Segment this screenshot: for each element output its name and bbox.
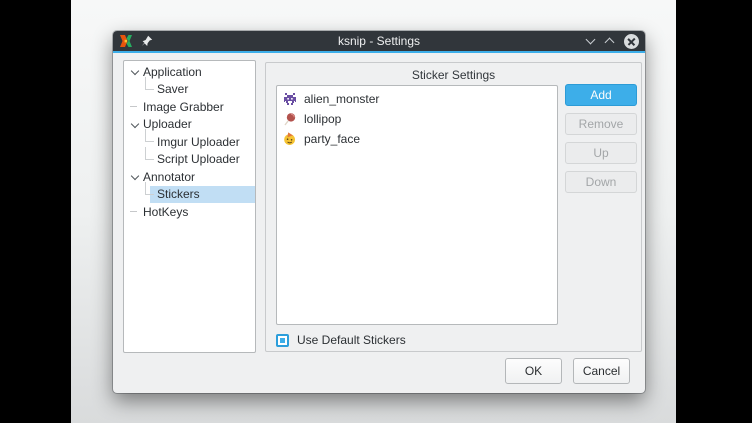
tree-twisty-icon[interactable] [130,203,143,221]
tree-item-label: HotKeys [143,205,188,219]
use-default-stickers-option[interactable]: Use Default Stickers [276,333,406,347]
tree-twisty-icon[interactable] [130,168,143,186]
close-circle-icon[interactable] [624,34,639,49]
button-label: Down [586,175,617,189]
tree-item-label: Imgur Uploader [157,135,240,149]
add-button[interactable]: Add [565,84,637,106]
tree-item-label: Script Uploader [157,152,240,166]
tree-twisty-icon[interactable] [144,186,157,204]
lollipop-icon [283,112,297,126]
tree-item-label: Stickers [157,187,200,201]
tree-item-label: Image Grabber [143,100,224,114]
sticker-item-lollipop[interactable]: lollipop [277,109,557,129]
ksnip-app-icon [119,34,133,48]
sticker-item-alien-monster[interactable]: alien_monster [277,89,557,109]
sticker-actions: Add Remove Up Down [565,84,637,193]
sticker-label: lollipop [304,112,341,126]
group-title: Sticker Settings [266,68,641,82]
tree-twisty-icon[interactable] [130,63,143,81]
pin-icon[interactable] [141,35,153,47]
tree-item-annotator[interactable]: Annotator [124,168,255,186]
tree-item-imgur-uploader[interactable]: Imgur Uploader [124,133,255,151]
cancel-button[interactable]: Cancel [573,358,630,384]
tree-item-saver[interactable]: Saver [124,81,255,99]
screen: ksnip - Settings Application Saver [0,0,752,423]
sticker-list[interactable]: alien_monster lollipop party_face [276,85,558,325]
window-title: ksnip - Settings [113,34,645,48]
tree-item-image-grabber[interactable]: Image Grabber [124,98,255,116]
tree-item-hotkeys[interactable]: HotKeys [124,203,255,221]
tree-item-uploader[interactable]: Uploader [124,116,255,134]
tree-twisty-icon[interactable] [144,151,157,169]
tree-twisty-icon[interactable] [144,81,157,99]
tree-item-stickers[interactable]: Stickers [124,186,255,204]
settings-window: ksnip - Settings Application Saver [113,31,645,393]
chevron-down-icon[interactable] [586,36,596,46]
sticker-label: alien_monster [304,92,379,106]
ok-button[interactable]: OK [505,358,562,384]
button-label: Remove [579,117,624,131]
button-label: Add [590,88,611,102]
remove-button[interactable]: Remove [565,113,637,135]
tree-twisty-icon[interactable] [130,98,143,116]
up-button[interactable]: Up [565,142,637,164]
use-default-stickers-checkbox[interactable] [276,334,289,347]
alien-monster-icon [283,92,297,106]
party-face-icon [283,132,297,146]
checkbox-label: Use Default Stickers [297,333,406,347]
tree-item-script-uploader[interactable]: Script Uploader [124,151,255,169]
tree-twisty-icon[interactable] [130,116,143,134]
chevron-up-icon[interactable] [605,36,615,46]
sticker-item-party-face[interactable]: party_face [277,129,557,149]
tree-item-label: Saver [157,82,188,96]
sticker-label: party_face [304,132,360,146]
down-button[interactable]: Down [565,171,637,193]
button-label: Up [593,146,608,160]
settings-tree: Application Saver Image Grabber Uploader [123,60,256,353]
titlebar[interactable]: ksnip - Settings [113,31,645,53]
tree-item-application[interactable]: Application [124,63,255,81]
